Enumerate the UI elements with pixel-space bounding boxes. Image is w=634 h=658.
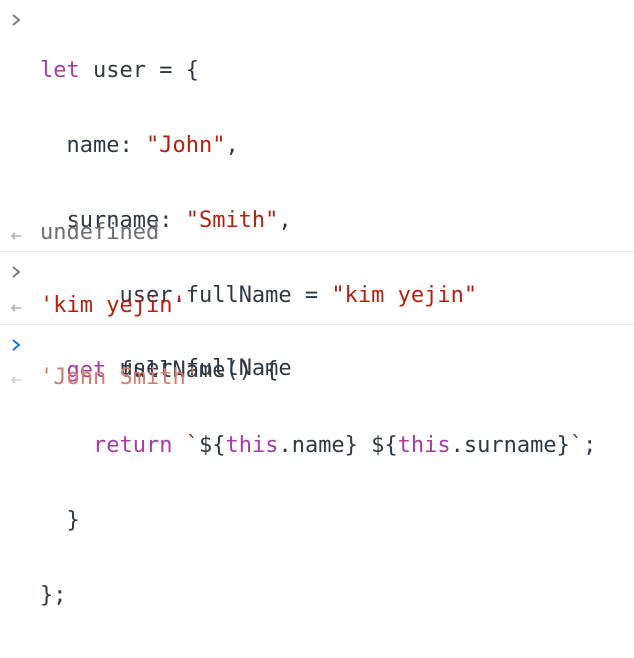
eager-eval-preview: 'John Smith' (40, 365, 199, 390)
console-entry: let user = { name: "John", surname: "Smi… (0, 0, 634, 608)
code-line: name: "John", (40, 133, 239, 158)
console-result: undefined (40, 220, 160, 245)
console-entry: user.fullName = "kim yejin" 'kim yejin' (0, 252, 634, 324)
code-line: return `${this.name} ${this.surname}`; (92, 433, 597, 458)
console-prompt-entry: user.fullName 'John Smith' (0, 325, 634, 405)
code-line: } (40, 508, 80, 533)
chevron-right-icon (8, 337, 24, 353)
return-arrow-icon (8, 300, 24, 316)
devtools-console: let user = { name: "John", surname: "Smi… (0, 0, 634, 608)
chevron-right-icon (8, 12, 24, 28)
chevron-right-icon (8, 264, 24, 280)
return-arrow-icon (8, 228, 24, 244)
return-arrow-icon (8, 372, 24, 388)
console-result: 'kim yejin' (40, 293, 186, 318)
code-line: }; (40, 583, 67, 608)
code-line: let user = { (40, 58, 199, 83)
